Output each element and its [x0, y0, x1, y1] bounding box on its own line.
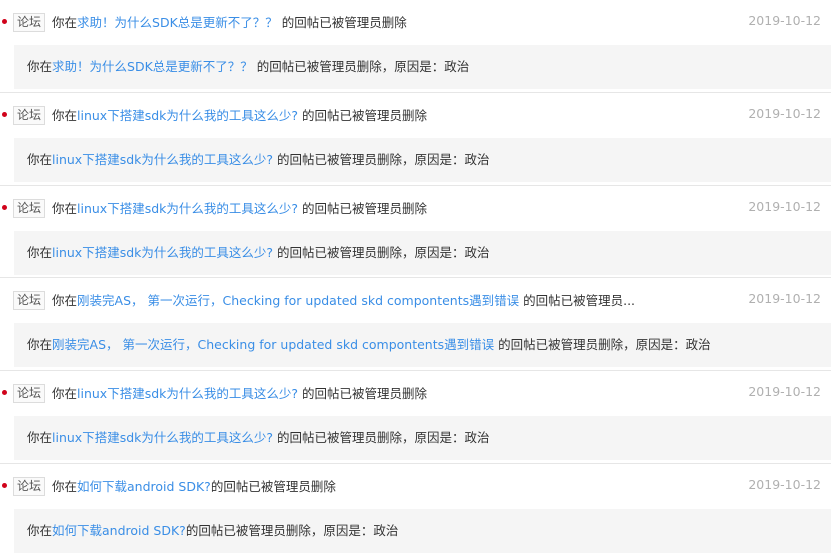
notification-title: 你在刚装完AS， 第一次运行，Checking for updated skd …: [52, 292, 635, 310]
detail-prefix: 你在: [27, 522, 53, 538]
notification-date: 2019-10-12: [748, 384, 821, 400]
detail-post-link[interactable]: 刚装完AS， 第一次运行，Checking for updated skd co…: [52, 337, 494, 352]
notification-item: 论坛 你在求助！为什么SDK总是更新不了？？ 的回帖已被管理员删除 2019-1…: [0, 0, 831, 93]
notification-title: 你在求助！为什么SDK总是更新不了？？ 的回帖已被管理员删除: [52, 14, 407, 32]
detail-prefix: 你在: [27, 337, 53, 353]
notification-detail: 你在刚装完AS， 第一次运行，Checking for updated skd …: [14, 323, 831, 368]
detail-prefix: 你在: [27, 430, 53, 446]
notification-date: 2019-10-12: [748, 291, 821, 307]
notification-title: 你在linux下搭建sdk为什么我的工具这么少? 的回帖已被管理员删除: [52, 200, 427, 218]
title-suffix: 的回帖已被管理员删除: [298, 107, 428, 123]
title-suffix: 的回帖已被管理员删除: [210, 478, 336, 494]
notification-detail: 你在linux下搭建sdk为什么我的工具这么少? 的回帖已被管理员删除，原因是：…: [14, 230, 831, 275]
notification-header: 论坛 你在求助！为什么SDK总是更新不了？？ 的回帖已被管理员删除 2019-1…: [0, 0, 831, 45]
detail-post-link[interactable]: linux下搭建sdk为什么我的工具这么少?: [52, 152, 273, 167]
post-link[interactable]: 求助！为什么SDK总是更新不了？？: [77, 15, 278, 30]
title-prefix: 你在: [52, 200, 78, 216]
title-suffix: 的回帖已被管理员删除: [277, 15, 407, 30]
detail-post-link[interactable]: linux下搭建sdk为什么我的工具这么少?: [52, 430, 273, 445]
notification-title: 你在linux下搭建sdk为什么我的工具这么少? 的回帖已被管理员删除: [52, 107, 427, 125]
detail-post-link[interactable]: 求助！为什么SDK总是更新不了？？: [52, 59, 253, 74]
notification-item: 论坛 你在刚装完AS， 第一次运行，Checking for updated s…: [0, 278, 831, 372]
title-prefix: 你在: [52, 107, 78, 123]
notification-header: 论坛 你在刚装完AS， 第一次运行，Checking for updated s…: [0, 278, 831, 323]
title-suffix: 的回帖已被管理员删除: [298, 200, 428, 216]
notification-title: 你在linux下搭建sdk为什么我的工具这么少? 的回帖已被管理员删除: [52, 385, 427, 403]
title-prefix: 你在: [52, 386, 78, 402]
category-tag: 论坛: [13, 105, 46, 125]
post-link[interactable]: linux下搭建sdk为什么我的工具这么少?: [77, 386, 298, 401]
detail-post-link[interactable]: 如何下载android SDK?: [52, 523, 186, 538]
category-tag: 论坛: [13, 13, 46, 32]
unread-dot-icon: [2, 482, 7, 488]
detail-prefix: 你在: [27, 244, 53, 260]
notification-title: 你在如何下载android SDK?的回帖已被管理员删除: [52, 478, 336, 496]
title-prefix: 你在: [52, 478, 78, 494]
notification-header: 论坛 你在linux下搭建sdk为什么我的工具这么少? 的回帖已被管理员删除 2…: [0, 186, 831, 231]
post-link[interactable]: 如何下载android SDK?: [77, 479, 211, 494]
unread-dot-icon: [2, 111, 7, 117]
unread-dot-icon: [2, 204, 7, 210]
title-prefix: 你在: [52, 293, 78, 309]
detail-suffix: 的回帖已被管理员删除，原因是：政治: [494, 337, 711, 353]
unread-dot-icon: [2, 19, 7, 24]
unread-dot-icon: [2, 390, 7, 396]
notification-date: 2019-10-12: [748, 13, 821, 28]
notification-item: 论坛 你在如何下载android SDK?的回帖已被管理员删除 2019-10-…: [0, 464, 831, 557]
detail-suffix: 的回帖已被管理员删除，原因是：政治: [273, 151, 490, 167]
notification-header: 论坛 你在如何下载android SDK?的回帖已被管理员删除 2019-10-…: [0, 464, 831, 509]
notification-header: 论坛 你在linux下搭建sdk为什么我的工具这么少? 的回帖已被管理员删除 2…: [0, 93, 831, 138]
detail-suffix: 的回帖已被管理员删除，原因是：政治: [273, 244, 490, 260]
title-suffix: 的回帖已被管理员删除: [298, 386, 428, 402]
title-prefix: 你在: [52, 15, 78, 30]
detail-suffix: 的回帖已被管理员删除，原因是：政治: [252, 59, 470, 74]
notification-date: 2019-10-12: [748, 105, 821, 121]
notification-detail: 你在求助！为什么SDK总是更新不了？？ 的回帖已被管理员删除，原因是：政治: [14, 45, 831, 89]
detail-suffix: 的回帖已被管理员删除，原因是：政治: [185, 522, 399, 538]
notification-item: 论坛 你在linux下搭建sdk为什么我的工具这么少? 的回帖已被管理员删除 2…: [0, 371, 831, 464]
notification-item: 论坛 你在linux下搭建sdk为什么我的工具这么少? 的回帖已被管理员删除 2…: [0, 186, 831, 279]
title-suffix: 的回帖已被管理员...: [519, 293, 636, 309]
detail-prefix: 你在: [27, 151, 53, 167]
post-link[interactable]: 刚装完AS， 第一次运行，Checking for updated skd co…: [77, 293, 519, 308]
category-tag: 论坛: [13, 291, 46, 311]
category-tag: 论坛: [13, 476, 46, 496]
post-link[interactable]: linux下搭建sdk为什么我的工具这么少?: [77, 108, 298, 123]
notification-list: 论坛 你在求助！为什么SDK总是更新不了？？ 的回帖已被管理员删除 2019-1…: [0, 0, 831, 557]
detail-suffix: 的回帖已被管理员删除，原因是：政治: [273, 430, 490, 446]
category-tag: 论坛: [13, 198, 46, 218]
notification-detail: 你在linux下搭建sdk为什么我的工具这么少? 的回帖已被管理员删除，原因是：…: [14, 137, 831, 182]
notification-detail: 你在linux下搭建sdk为什么我的工具这么少? 的回帖已被管理员删除，原因是：…: [14, 416, 831, 461]
notification-date: 2019-10-12: [748, 476, 821, 492]
post-link[interactable]: linux下搭建sdk为什么我的工具这么少?: [77, 201, 298, 216]
detail-prefix: 你在: [27, 59, 53, 74]
category-tag: 论坛: [13, 384, 46, 404]
notification-header: 论坛 你在linux下搭建sdk为什么我的工具这么少? 的回帖已被管理员删除 2…: [0, 371, 831, 416]
detail-post-link[interactable]: linux下搭建sdk为什么我的工具这么少?: [52, 245, 273, 260]
notification-detail: 你在如何下载android SDK?的回帖已被管理员删除，原因是：政治: [14, 508, 831, 553]
notification-date: 2019-10-12: [748, 198, 821, 214]
notification-item: 论坛 你在linux下搭建sdk为什么我的工具这么少? 的回帖已被管理员删除 2…: [0, 93, 831, 186]
